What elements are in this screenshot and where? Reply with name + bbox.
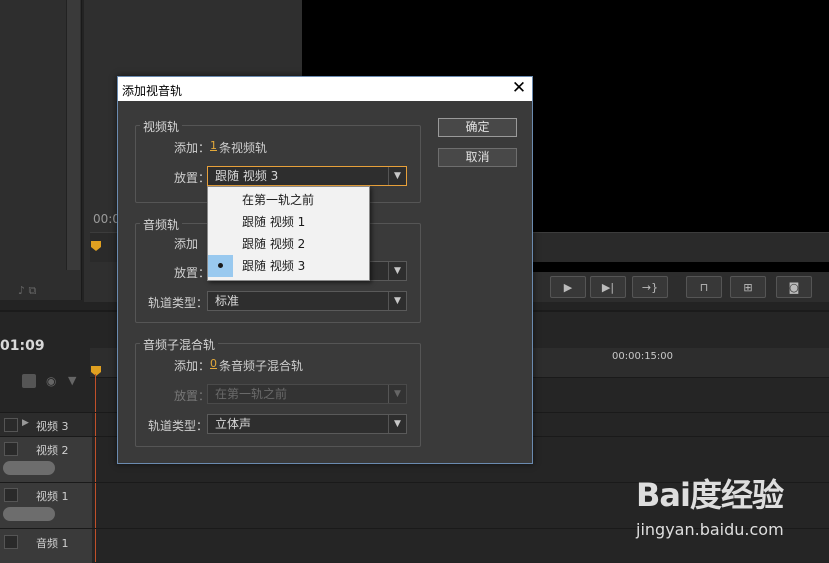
submix-track-type-value: 立体声 (215, 417, 252, 431)
submix-add-label: 添加： (174, 359, 211, 373)
submix-placement-label: 放置： (174, 389, 211, 403)
baidu-watermark: Bai度经验 jingyan.baidu.com (636, 470, 816, 550)
dropdown-option[interactable]: 跟随 视频 2 (208, 233, 369, 255)
dropdown-option-selected[interactable]: 跟随 视频 3 (208, 255, 369, 277)
track-name: 视频 2 (36, 444, 69, 457)
chevron-down-icon[interactable]: ▼ (388, 415, 406, 433)
video-group-label: 视频轨 (140, 118, 183, 135)
option-label: 跟随 视频 2 (242, 237, 306, 251)
export-frame-button[interactable]: ◙ (776, 276, 812, 298)
project-scrollbar[interactable] (66, 0, 80, 270)
play-button[interactable]: ▶ (550, 276, 586, 298)
dialog-titlebar[interactable]: 添加视音轨 ✕ (118, 77, 532, 101)
submix-placement-value: 在第一轨之前 (215, 387, 288, 401)
panel-footer-icons: ♪ ⧉ (18, 284, 37, 297)
chevron-down-icon[interactable]: ▼ (388, 262, 406, 280)
option-label: 在第一轨之前 (242, 193, 315, 207)
ruler-time-label: 00:00:15:00 (612, 351, 674, 362)
video-placement-value: 跟随 视频 3 (215, 169, 279, 183)
chevron-down-icon: ▼ (388, 385, 406, 403)
video-placement-label: 放置： (174, 171, 211, 185)
close-icon[interactable]: ✕ (510, 79, 528, 97)
cancel-button[interactable]: 取消 (438, 148, 517, 167)
audio-track-type-label: 轨道类型： (148, 296, 209, 310)
track-toggle-icon[interactable] (4, 442, 18, 456)
dialog-title: 添加视音轨 (122, 84, 183, 98)
audio-add-label: 添加 (174, 237, 199, 251)
dropdown-option[interactable]: 跟随 视频 1 (208, 211, 369, 233)
source-timecode: 00:0 (93, 212, 120, 226)
video-count-suffix: 条视频轨 (219, 141, 268, 155)
chevron-down-icon[interactable]: ▼ (388, 167, 406, 185)
track-name: 音频 1 (36, 537, 69, 550)
track-keyframe-toggle[interactable] (3, 507, 55, 521)
snap-icon[interactable] (22, 374, 36, 388)
expand-arrow-icon[interactable]: ▶ (22, 418, 29, 428)
project-panel: ♪ ⧉ (0, 0, 82, 300)
option-label: 跟随 视频 1 (242, 215, 306, 229)
step-forward-button[interactable]: ▶| (590, 276, 626, 298)
marker-down-icon[interactable]: ▼ (68, 374, 76, 387)
video-placement-select[interactable]: 跟随 视频 3 ▼ (207, 166, 407, 186)
track-name: 视频 3 (36, 420, 69, 433)
chevron-down-icon[interactable]: ▼ (388, 292, 406, 310)
submix-group-label: 音频子混合轨 (140, 336, 219, 353)
dropdown-option[interactable]: 在第一轨之前 (208, 189, 369, 211)
selected-bullet-icon (208, 255, 233, 277)
submix-count-field[interactable]: 0 (210, 357, 217, 370)
go-to-out-button[interactable]: →} (632, 276, 668, 298)
lift-button[interactable]: ⊓ (686, 276, 722, 298)
placement-dropdown-list: 在第一轨之前 跟随 视频 1 跟随 视频 2 跟随 视频 3 (207, 186, 370, 281)
track-header: 视频 2 (0, 437, 92, 483)
ok-button[interactable]: 确定 (438, 118, 517, 137)
video-add-label: 添加： (174, 141, 211, 155)
watermark-url: jingyan.baidu.com (636, 520, 784, 539)
track-header: ▶ 视频 3 (0, 413, 92, 437)
track-toggle-icon[interactable] (4, 535, 18, 549)
submix-track-type-select[interactable]: 立体声 ▼ (207, 414, 407, 434)
audio-track-type-value: 标准 (215, 294, 240, 308)
submix-track-type-label: 轨道类型： (148, 419, 209, 433)
option-label: 跟随 视频 3 (242, 259, 306, 273)
watermark-logo-text: Bai度经验 (636, 476, 784, 514)
track-header: 视频 1 (0, 483, 92, 529)
track-name: 视频 1 (36, 490, 69, 503)
track-keyframe-toggle[interactable] (3, 461, 55, 475)
track-toggle-icon[interactable] (4, 488, 18, 502)
audio-placement-label: 放置： (174, 266, 211, 280)
submix-placement-select: 在第一轨之前 ▼ (207, 384, 407, 404)
track-toggle-icon[interactable] (4, 418, 18, 432)
timeline-timecode[interactable]: 01:09 (0, 338, 45, 354)
video-count-field[interactable]: 1 (210, 139, 217, 152)
marker-icon[interactable]: ◉ (46, 374, 56, 388)
submix-count-suffix: 条音频子混合轨 (219, 359, 304, 373)
extract-button[interactable]: ⊞ (730, 276, 766, 298)
audio-group-label: 音频轨 (140, 216, 183, 233)
audio-track-type-select[interactable]: 标准 ▼ (207, 291, 407, 311)
track-header: 音频 1 (0, 529, 92, 563)
